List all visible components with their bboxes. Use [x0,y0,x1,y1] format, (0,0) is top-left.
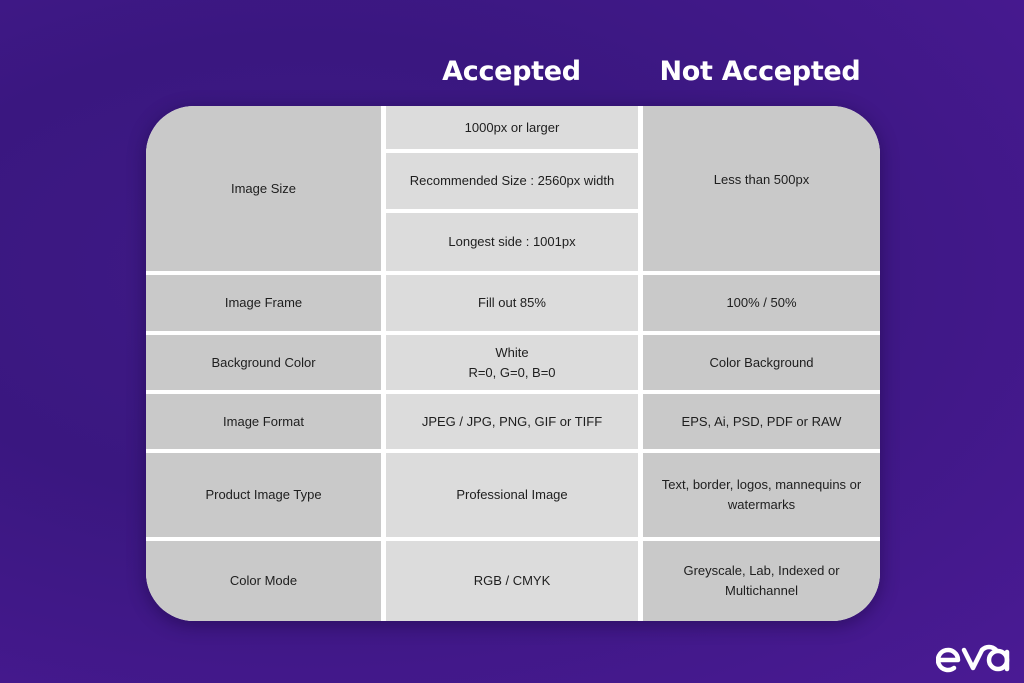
row-label-color-mode: Color Mode [146,541,381,621]
not-accepted-image-format: EPS, Ai, PSD, PDF or RAW [643,394,880,449]
accepted-background-color-rgb: R=0, G=0, B=0 [468,364,556,380]
accepted-column-heading: Accepted [442,56,581,87]
not-accepted-image-size: Less than 500px [643,106,880,271]
accepted-image-size-recommended: Recommended Size : 2560px width [386,153,638,209]
not-accepted-background-color: Color Background [643,335,880,390]
row-label-image-frame: Image Frame [146,275,381,331]
row-label-image-format: Image Format [146,394,381,449]
image-requirements-table: Image Size 1000px or larger Recommended … [146,106,880,621]
accepted-background-color-name: White [495,344,529,360]
not-accepted-column-heading: Not Accepted [659,56,861,87]
row-label-background-color: Background Color [146,335,381,390]
accepted-product-image-type: Professional Image [386,453,638,537]
row-label-image-size: Image Size [146,106,381,271]
accepted-color-mode: RGB / CMYK [386,541,638,621]
not-accepted-color-mode: Greyscale, Lab, Indexed or Multichannel [643,541,880,621]
not-accepted-product-image-type: Text, border, logos, mannequins or water… [643,453,880,537]
accepted-background-color: White R=0, G=0, B=0 [386,335,638,390]
accepted-image-frame: Fill out 85% [386,275,638,331]
row-label-product-image-type: Product Image Type [146,453,381,537]
accepted-image-size-min: 1000px or larger [386,106,638,149]
not-accepted-image-frame: 100% / 50% [643,275,880,331]
eva-logo-icon [936,644,1010,673]
accepted-image-size-longest-side: Longest side : 1001px [386,213,638,271]
accepted-image-format: JPEG / JPG, PNG, GIF or TIFF [386,394,638,449]
